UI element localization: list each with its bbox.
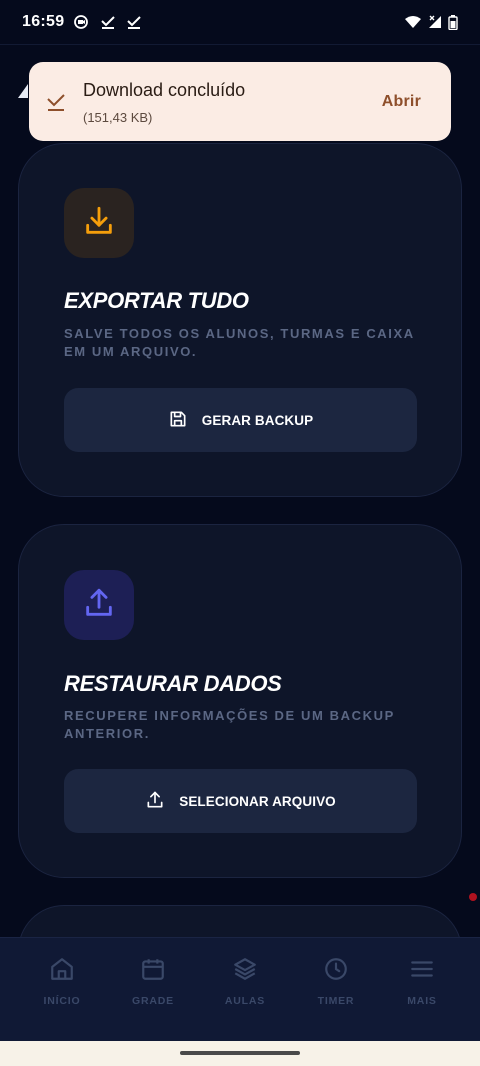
nav-item-timer[interactable]: TIMER (308, 938, 364, 1041)
signal-icon (428, 15, 442, 29)
nav-item-mais[interactable]: MAIS (364, 938, 480, 1041)
export-description: SALVE TODOS OS ALUNOS, TURMAS E CAIXA EM… (64, 326, 415, 359)
export-card: EXPORTAR TUDO SALVE TODOS OS ALUNOS, TUR… (18, 143, 462, 497)
screen-record-icon (74, 15, 90, 29)
layers-icon (232, 956, 258, 987)
restore-description: RECUPERE INFORMAÇÕES DE UM BACKUP ANTERI… (64, 708, 395, 741)
bottom-navigation: INÍCIO GRADE AULAS TIMER MAIS (0, 937, 480, 1041)
indicator-dot (469, 893, 477, 901)
clock-icon (323, 956, 349, 987)
nav-label: INÍCIO (43, 995, 81, 1007)
open-button[interactable]: Abrir (382, 93, 421, 111)
nav-label: AULAS (224, 995, 266, 1007)
upload-icon (145, 790, 165, 813)
menu-icon (409, 956, 435, 987)
select-file-button[interactable]: SELECIONAR ARQUIVO (64, 769, 417, 833)
download-notification[interactable]: Download concluído (151,43 KB) Abrir (29, 62, 451, 141)
header-peek-shape (18, 84, 28, 98)
header-divider (0, 44, 480, 45)
notification-subtitle: (151,43 KB) (83, 110, 153, 125)
restore-card: RESTAURAR DADOS RECUPERE INFORMAÇÕES DE … (18, 524, 462, 878)
save-icon (168, 409, 188, 432)
notification-title: Download concluído (83, 80, 246, 100)
generate-backup-label: GERAR BACKUP (201, 412, 314, 428)
nav-item-inicio[interactable]: INÍCIO (0, 938, 124, 1041)
system-gesture-bar (0, 1040, 480, 1066)
restore-icon-box (64, 570, 134, 640)
check-icon (126, 15, 142, 29)
check-icon (100, 15, 116, 29)
battery-icon (448, 14, 458, 30)
restore-title: RESTAURAR DADOS (64, 671, 282, 696)
nav-item-aulas[interactable]: AULAS (182, 938, 308, 1041)
calendar-icon (140, 956, 166, 987)
home-icon (49, 956, 75, 987)
upload-icon (82, 586, 116, 625)
wifi-icon (404, 15, 422, 29)
nav-item-grade[interactable]: GRADE (124, 938, 182, 1041)
download-icon (82, 204, 116, 243)
nav-label: GRADE (132, 995, 174, 1007)
export-title: EXPORTAR TUDO (64, 288, 249, 313)
generate-backup-button[interactable]: GERAR BACKUP (64, 388, 417, 452)
download-done-check-icon (45, 91, 67, 113)
status-time: 16:59 (22, 13, 65, 30)
nav-label: MAIS (407, 995, 437, 1007)
select-file-label: SELECIONAR ARQUIVO (179, 793, 336, 809)
export-icon-box (64, 188, 134, 258)
home-gesture-handle[interactable] (180, 1051, 300, 1055)
nav-label: TIMER (317, 995, 355, 1007)
status-bar: 16:59 (0, 0, 480, 44)
